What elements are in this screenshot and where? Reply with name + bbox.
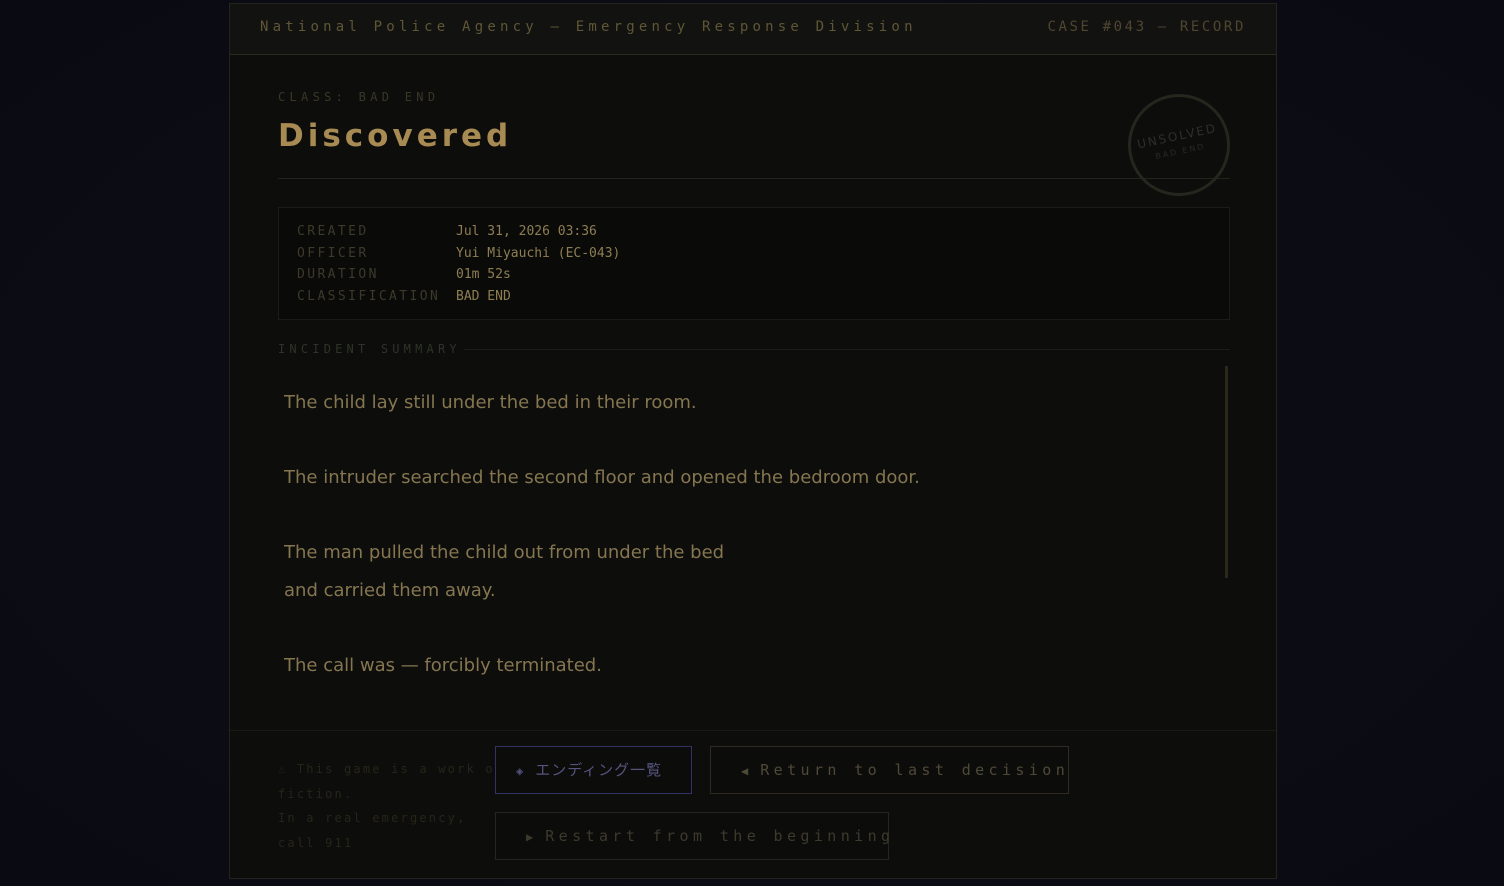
endings-list-label: エンディング一覧 bbox=[535, 761, 663, 779]
meta-key: DURATION bbox=[297, 267, 379, 282]
meta-value: Jul 31, 2026 03:36 bbox=[456, 224, 597, 239]
disclaimer-line: In a real emergency, call 911 bbox=[278, 811, 467, 850]
restart-from-beginning-button[interactable]: ▶ Restart from the beginning bbox=[495, 812, 890, 860]
footer: ⚠ This game is a work of fiction. In a r… bbox=[230, 730, 1276, 881]
unsolved-stamp: UNSOLVED BAD END bbox=[1128, 94, 1230, 196]
play-triangle-icon: ▶ bbox=[526, 830, 534, 844]
class-line: CLASS: BAD END bbox=[278, 90, 440, 104]
return-label: Return to last decision bbox=[760, 761, 1070, 779]
top-bar: National Police Agency — Emergency Respo… bbox=[230, 4, 1276, 55]
ending-title: Discovered bbox=[278, 118, 513, 154]
incident-summary-header: INCIDENT SUMMARY bbox=[278, 342, 1230, 358]
summary-line: The call was — forcibly terminated. bbox=[284, 655, 602, 676]
metadata-box: CREATED Jul 31, 2026 03:36 OFFICER Yui M… bbox=[278, 207, 1230, 320]
diamond-icon: ◈ bbox=[516, 764, 524, 778]
agency-name: National Police Agency — Emergency Respo… bbox=[260, 19, 917, 35]
summary-line: and carried them away. bbox=[284, 580, 496, 601]
meta-value: BAD END bbox=[456, 289, 511, 304]
meta-key: CLASSIFICATION bbox=[297, 289, 441, 304]
endings-list-button[interactable]: ◈ エンディング一覧 bbox=[495, 746, 692, 794]
incident-summary-text[interactable]: The child lay still under the bed in the… bbox=[284, 384, 1214, 714]
case-record-panel: National Police Agency — Emergency Respo… bbox=[229, 3, 1277, 879]
fiction-disclaimer: ⚠ This game is a work of fiction. In a r… bbox=[278, 757, 508, 855]
back-triangle-icon: ◀ bbox=[741, 764, 749, 778]
disclaimer-line: ⚠ This game is a work of fiction. bbox=[278, 762, 505, 801]
section-rule bbox=[464, 349, 1230, 350]
summary-line: The child lay still under the bed in the… bbox=[284, 392, 697, 413]
restart-label: Restart from the beginning bbox=[545, 827, 895, 845]
meta-key: CREATED bbox=[297, 224, 369, 239]
meta-key: OFFICER bbox=[297, 246, 369, 261]
summary-line: The man pulled the child out from under … bbox=[284, 542, 725, 563]
meta-value: Yui Miyauchi (EC-043) bbox=[456, 246, 621, 261]
summary-scrollbar[interactable] bbox=[1225, 366, 1228, 578]
summary-line: The intruder searched the second floor a… bbox=[284, 467, 920, 488]
meta-value: 01m 52s bbox=[456, 267, 511, 282]
title-divider bbox=[278, 178, 1230, 179]
case-label: CASE #043 — RECORD bbox=[1047, 19, 1246, 35]
return-to-last-decision-button[interactable]: ◀ Return to last decision bbox=[710, 746, 1069, 794]
section-label: INCIDENT SUMMARY bbox=[278, 342, 475, 356]
